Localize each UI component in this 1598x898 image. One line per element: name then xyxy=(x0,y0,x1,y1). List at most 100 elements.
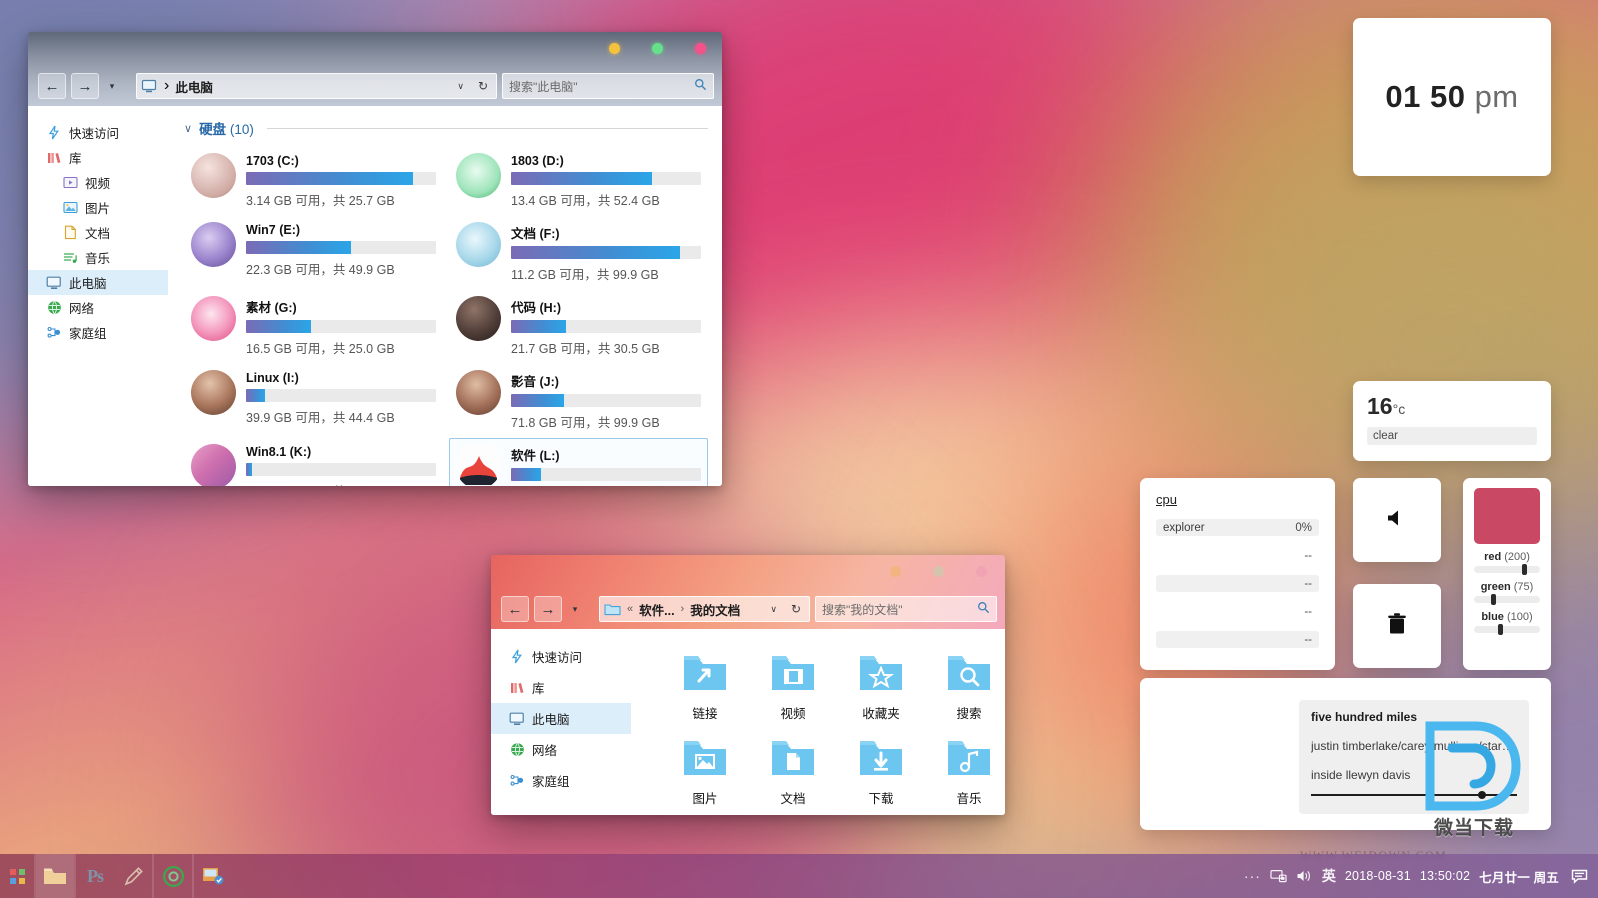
search-input[interactable]: 搜索"此电脑" xyxy=(502,73,714,99)
trash-widget[interactable] xyxy=(1353,584,1441,668)
clock-widget[interactable]: 01 50 pm xyxy=(1353,18,1551,176)
slider-knob[interactable] xyxy=(1522,564,1527,575)
sidebar-item-music[interactable]: 音乐 xyxy=(28,245,168,270)
minimize-button[interactable] xyxy=(609,43,620,54)
breadcrumb[interactable]: 此电脑 xyxy=(175,77,447,96)
cpu-process-row[interactable]: -- xyxy=(1156,631,1319,648)
chevron-down-icon[interactable]: ∨ xyxy=(766,604,781,615)
drive-item[interactable]: Win8.1 (K:) 29.3 GB 可用，共 30.0 GB xyxy=(184,438,443,486)
address-bar[interactable]: « 软件... › 我的文档 ∨ ↻ xyxy=(599,596,810,622)
window-controls[interactable] xyxy=(890,566,987,577)
recent-locations-icon[interactable]: ▾ xyxy=(567,597,583,621)
taskbar-lunar-date[interactable]: 七月廿一 周五 xyxy=(1479,867,1559,886)
sidebar-item-documents[interactable]: 文档 xyxy=(28,220,168,245)
cpu-process-row[interactable]: -- xyxy=(1156,603,1319,620)
music-player-widget[interactable]: five hundred miles justin timberlake/car… xyxy=(1140,678,1551,830)
close-button[interactable] xyxy=(695,43,706,54)
speaker-icon[interactable] xyxy=(1385,508,1409,533)
sidebar-item-pictures[interactable]: 图片 xyxy=(28,195,168,220)
forward-button[interactable]: → xyxy=(71,73,99,99)
folder-item[interactable]: 视频 xyxy=(749,653,837,722)
weather-widget[interactable]: 16°c clear xyxy=(1353,381,1551,461)
folder-item[interactable]: 链接 xyxy=(661,653,749,722)
action-center-icon[interactable] xyxy=(1568,854,1590,898)
breadcrumb-item[interactable]: 我的文档 xyxy=(690,600,740,619)
folder-item[interactable]: 搜索 xyxy=(925,653,1005,722)
drive-item[interactable]: 1703 (C:) 3.14 GB 可用，共 25.7 GB xyxy=(184,147,443,216)
title-bar[interactable] xyxy=(28,32,722,66)
minimize-button[interactable] xyxy=(890,566,901,577)
tray-overflow-icon[interactable]: ··· xyxy=(1244,868,1261,884)
drive-item[interactable]: 文档 (F:) 11.2 GB 可用，共 99.9 GB xyxy=(449,216,708,290)
address-bar[interactable]: › 此电脑 ∨ ↻ xyxy=(136,73,497,99)
progress-knob[interactable] xyxy=(1477,791,1486,799)
blue-slider[interactable] xyxy=(1474,624,1540,635)
maximize-button[interactable] xyxy=(652,43,663,54)
group-header-hard-disks[interactable]: ∨ 硬盘 (10) xyxy=(184,118,708,138)
forward-button[interactable]: → xyxy=(534,596,562,622)
red-slider[interactable] xyxy=(1474,564,1540,575)
color-picker-widget[interactable]: red (200) green (75) blue (100) xyxy=(1463,478,1551,670)
folder-item[interactable]: 下载 xyxy=(837,738,925,807)
explorer-window-this-pc[interactable]: ← → ▾ › 此电脑 ∨ ↻ 搜索"此电脑" 快速访问 库 视频 图片 文档 … xyxy=(28,32,722,486)
ime-indicator[interactable]: 英 xyxy=(1322,866,1336,886)
drive-item[interactable]: 代码 (H:) 21.7 GB 可用，共 30.5 GB xyxy=(449,290,708,364)
back-button[interactable]: ← xyxy=(501,596,529,622)
slider-knob[interactable] xyxy=(1491,594,1496,605)
recent-locations-icon[interactable]: ▾ xyxy=(104,74,120,98)
refresh-icon[interactable]: ↻ xyxy=(787,602,805,616)
folder-item[interactable]: 图片 xyxy=(661,738,749,807)
slider-knob[interactable] xyxy=(1498,624,1503,635)
breadcrumb[interactable]: « 软件... › 我的文档 xyxy=(627,600,760,619)
title-bar[interactable] xyxy=(491,555,1005,589)
sidebar-item-videos[interactable]: 视频 xyxy=(28,170,168,195)
sidebar-item-quick-access[interactable]: 快速访问 xyxy=(491,641,631,672)
volume-widget[interactable] xyxy=(1353,478,1441,562)
search-icon[interactable] xyxy=(977,601,990,617)
search-input[interactable]: 搜索"我的文档" xyxy=(815,596,997,622)
drive-item[interactable]: 影音 (J:) 71.8 GB 可用，共 99.9 GB xyxy=(449,364,708,438)
start-button[interactable] xyxy=(0,854,34,898)
sidebar-item-this-pc[interactable]: 此电脑 xyxy=(28,270,168,295)
sidebar-item-libraries[interactable]: 库 xyxy=(491,672,631,703)
cpu-process-row[interactable]: explorer 0% xyxy=(1156,519,1319,536)
folder-item[interactable]: 收藏夹 xyxy=(837,653,925,722)
close-button[interactable] xyxy=(976,566,987,577)
sidebar-item-homegroup[interactable]: 家庭组 xyxy=(28,320,168,345)
chevron-down-icon[interactable]: ∨ xyxy=(453,81,468,92)
back-button[interactable]: ← xyxy=(38,73,66,99)
breadcrumb-overflow[interactable]: « xyxy=(627,603,633,615)
folder-item[interactable]: 文档 xyxy=(749,738,837,807)
drive-item[interactable]: 1803 (D:) 13.4 GB 可用，共 52.4 GB xyxy=(449,147,708,216)
cpu-process-row[interactable]: -- xyxy=(1156,547,1319,564)
network-icon[interactable] xyxy=(1270,869,1287,883)
taskbar-chrome[interactable] xyxy=(154,854,192,898)
cpu-process-row[interactable]: -- xyxy=(1156,575,1319,592)
volume-icon[interactable] xyxy=(1296,869,1313,883)
trash-icon[interactable] xyxy=(1386,612,1408,641)
green-slider[interactable] xyxy=(1474,594,1540,605)
breadcrumb-item[interactable]: 此电脑 xyxy=(175,77,213,96)
taskbar-explorer[interactable] xyxy=(36,854,74,898)
taskbar-app[interactable] xyxy=(194,854,232,898)
taskbar-editor[interactable] xyxy=(114,854,152,898)
maximize-button[interactable] xyxy=(933,566,944,577)
taskbar-date[interactable]: 2018-08-31 xyxy=(1345,869,1411,883)
music-progress-bar[interactable] xyxy=(1311,791,1517,799)
taskbar-time[interactable]: 13:50:02 xyxy=(1420,869,1470,883)
search-icon[interactable] xyxy=(694,78,707,94)
drive-item[interactable]: 素材 (G:) 16.5 GB 可用，共 25.0 GB xyxy=(184,290,443,364)
sidebar-item-network[interactable]: 网络 xyxy=(491,734,631,765)
explorer-window-my-documents[interactable]: ← → ▾ « 软件... › 我的文档 ∨ ↻ 搜索"我的文档" 快速访问 库… xyxy=(491,555,1005,815)
window-controls[interactable] xyxy=(609,43,706,54)
breadcrumb-item[interactable]: 软件... xyxy=(639,600,674,619)
taskbar-photoshop[interactable]: Ps xyxy=(76,854,114,898)
sidebar-item-network[interactable]: 网络 xyxy=(28,295,168,320)
chevron-down-icon[interactable]: ∨ xyxy=(184,122,192,135)
drive-item[interactable]: Win7 (E:) 22.3 GB 可用，共 49.9 GB xyxy=(184,216,443,290)
refresh-icon[interactable]: ↻ xyxy=(474,79,492,93)
drive-item-selected[interactable]: 软件 (L:) 49.5 GB 可用，共 58.5 GB xyxy=(449,438,708,486)
cpu-widget[interactable]: cpu explorer 0% -- -- -- -- xyxy=(1140,478,1335,670)
sidebar-item-homegroup[interactable]: 家庭组 xyxy=(491,765,631,796)
sidebar-item-quick-access[interactable]: 快速访问 xyxy=(28,120,168,145)
